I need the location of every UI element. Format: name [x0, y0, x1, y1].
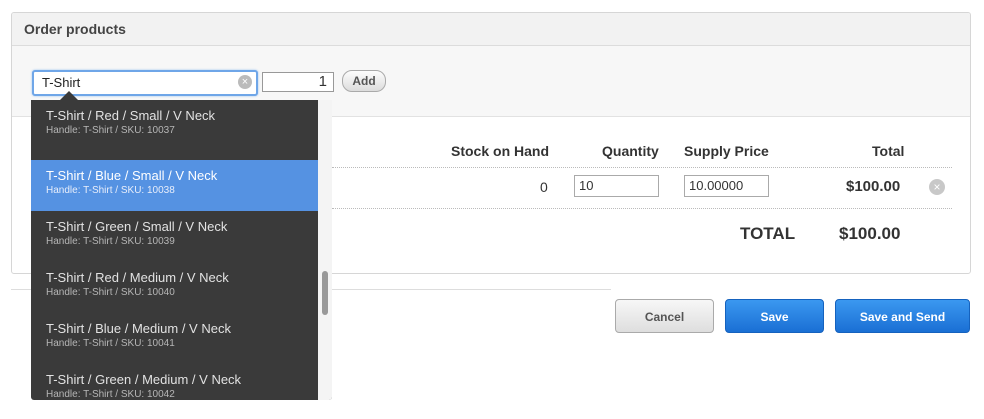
suggestion-handle-sku: Handle: T-Shirt / SKU: 10039: [46, 236, 175, 247]
suggestion-item[interactable]: T-Shirt / Red / Medium / V Neck Handle: …: [31, 262, 318, 313]
row-divider: [332, 167, 952, 168]
suggestion-name: T-Shirt / Blue / Small / V Neck: [46, 168, 218, 183]
row-quantity-input[interactable]: 10: [574, 175, 659, 197]
suggestion-item[interactable]: T-Shirt / Green / Small / V Neck Handle:…: [31, 211, 318, 262]
suggestion-name: T-Shirt / Red / Medium / V Neck: [46, 270, 229, 285]
header-stock-on-hand: Stock on Hand: [451, 143, 550, 159]
remove-row-icon[interactable]: ×: [929, 179, 945, 195]
row-supply-price-input[interactable]: 10.00000: [684, 175, 769, 197]
add-quantity-input[interactable]: 1: [262, 72, 334, 92]
dropdown-pointer: [60, 91, 78, 100]
grand-total-label: TOTAL: [740, 224, 796, 243]
suggestion-handle-sku: Handle: T-Shirt / SKU: 10042: [46, 389, 175, 400]
suggestion-item-highlighted[interactable]: T-Shirt / Blue / Small / V Neck Handle: …: [31, 160, 318, 211]
suggestion-handle-sku: Handle: T-Shirt / SKU: 10038: [46, 185, 175, 196]
row-stock: 0: [540, 179, 548, 195]
row-divider: [332, 208, 952, 209]
row-total: $100.00: [846, 178, 901, 195]
suggestion-handle-sku: Handle: T-Shirt / SKU: 10040: [46, 287, 175, 298]
suggestion-item[interactable]: T-Shirt / Green / Medium / V Neck Handle…: [31, 364, 318, 400]
suggestion-name: T-Shirt / Red / Small / V Neck: [46, 108, 216, 123]
scrollbar-thumb[interactable]: [322, 271, 328, 315]
dropdown-scrollbar[interactable]: [318, 100, 332, 400]
suggestion-name: T-Shirt / Green / Medium / V Neck: [46, 372, 242, 387]
suggestion-handle-sku: Handle: T-Shirt / SKU: 10041: [46, 338, 175, 349]
clear-search-icon[interactable]: ×: [238, 75, 252, 89]
header-total: Total: [872, 143, 905, 159]
panel-title: Order products: [12, 13, 970, 46]
search-input-value: T-Shirt: [42, 75, 81, 90]
product-suggestion-dropdown: T-Shirt / Red / Small / V Neck Handle: T…: [31, 100, 332, 400]
header-quantity: Quantity: [602, 143, 659, 159]
add-button[interactable]: Add: [342, 70, 386, 92]
suggestion-name: T-Shirt / Blue / Medium / V Neck: [46, 321, 231, 336]
suggestion-name: T-Shirt / Green / Small / V Neck: [46, 219, 228, 234]
grand-total-value: $100.00: [839, 224, 901, 243]
suggestion-item[interactable]: T-Shirt / Red / Small / V Neck Handle: T…: [31, 100, 318, 151]
header-supply-price: Supply Price: [684, 143, 769, 159]
suggestion-item[interactable]: T-Shirt / Blue / Medium / V Neck Handle:…: [31, 313, 318, 364]
suggestion-handle-sku: Handle: T-Shirt / SKU: 10037: [46, 125, 175, 136]
cancel-button[interactable]: Cancel: [615, 299, 714, 333]
save-button[interactable]: Save: [725, 299, 824, 333]
save-and-send-button[interactable]: Save and Send: [835, 299, 970, 333]
